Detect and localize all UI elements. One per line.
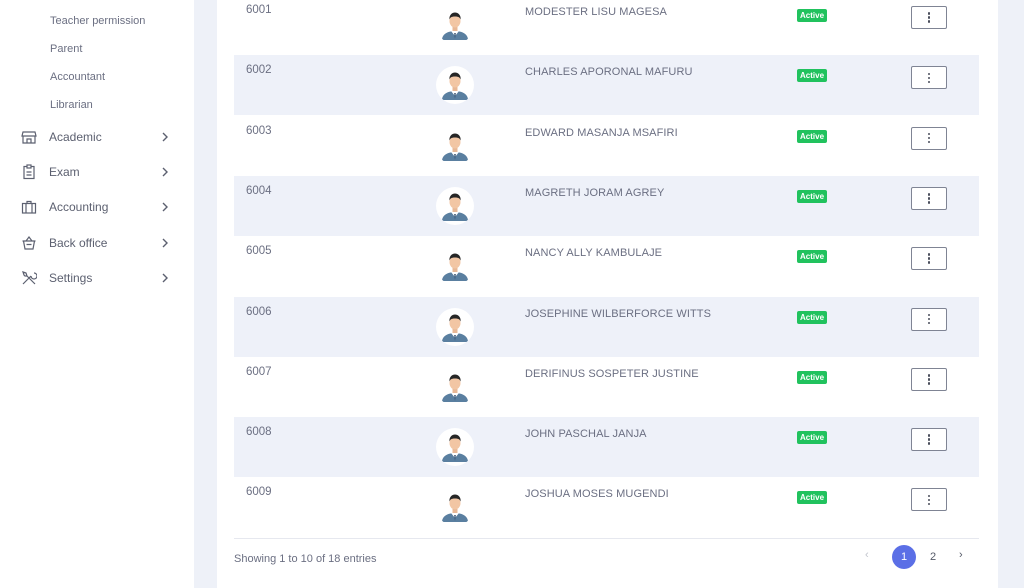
staff-table-card: 6001 MODESTER LISU MAGESA Active 6002 CH… xyxy=(217,0,998,588)
row-actions-button[interactable] xyxy=(911,66,947,90)
sidebar-item-exam[interactable]: Exam xyxy=(0,160,194,184)
status-badge: Active xyxy=(797,370,828,384)
row-actions-button[interactable] xyxy=(911,126,947,150)
pagination-page-2[interactable]: 2 xyxy=(925,545,941,569)
table-row: 6002 CHARLES APORONAL MAFURU Active xyxy=(234,55,979,116)
chevron-right-icon xyxy=(162,238,168,248)
sidebar-item-academic[interactable]: Academic xyxy=(0,125,194,149)
table-row: 6009 JOSHUA MOSES MUGENDI Active xyxy=(234,477,979,537)
row-actions-button[interactable] xyxy=(911,186,947,210)
staff-id: 6002 xyxy=(246,64,272,77)
clipboard-icon xyxy=(23,164,35,180)
more-vertical-icon xyxy=(927,132,931,144)
more-vertical-icon xyxy=(927,72,931,84)
pagination-next-button[interactable]: › xyxy=(959,549,963,561)
table-row: 6005 NANCY ALLY KAMBULAJE Active xyxy=(234,236,979,296)
sidebar-item-accounting[interactable]: Accounting xyxy=(0,195,194,219)
avatar-icon xyxy=(436,66,474,105)
avatar-icon xyxy=(436,307,474,346)
table-row: 6008 JOHN PASCHAL JANJA Active xyxy=(234,417,979,478)
table-row: 6001 MODESTER LISU MAGESA Active xyxy=(234,0,979,55)
sidebar-subitem-teacher-permission[interactable]: Teacher permission xyxy=(50,15,145,27)
pagination-prev-button[interactable]: ‹ xyxy=(865,549,869,561)
staff-name: JOSHUA MOSES MUGENDI xyxy=(525,488,669,501)
staff-name: JOSEPHINE WILBERFORCE WITTS xyxy=(525,307,712,320)
status-badge: Active xyxy=(797,431,828,445)
more-vertical-icon xyxy=(927,12,931,23)
sidebar-subitem-accountant[interactable]: Accountant xyxy=(50,71,105,83)
chevron-right-icon xyxy=(162,273,168,283)
staff-name: MODESTER LISU MAGESA xyxy=(525,6,667,18)
row-actions-button[interactable] xyxy=(911,247,947,271)
status-badge: Active xyxy=(797,69,828,83)
staff-name: EDWARD MASANJA MSAFIRI xyxy=(525,126,678,139)
more-vertical-icon xyxy=(927,193,931,204)
avatar-icon xyxy=(442,133,468,161)
staff-id: 6008 xyxy=(246,426,272,439)
table-footer-divider xyxy=(234,538,979,539)
chevron-right-icon xyxy=(162,167,168,177)
status-badge: Active xyxy=(797,310,828,324)
more-vertical-icon xyxy=(927,313,931,325)
tools-icon xyxy=(22,271,37,285)
staff-id: 6005 xyxy=(246,245,272,258)
staff-id: 6009 xyxy=(246,486,272,499)
more-vertical-icon xyxy=(927,374,931,385)
status-badge: Active xyxy=(797,189,828,203)
sidebar: Teacher permission Parent Accountant Lib… xyxy=(0,0,194,588)
store-icon xyxy=(21,131,37,144)
staff-name: MAGRETH JORAM AGREY xyxy=(525,186,665,199)
more-vertical-icon xyxy=(927,434,931,445)
status-badge: Active xyxy=(797,9,828,22)
chevron-right-icon xyxy=(162,132,168,142)
pagination-page-1[interactable]: 1 xyxy=(892,545,916,569)
row-actions-button[interactable] xyxy=(911,6,947,29)
staff-name: DERIFINUS SOSPETER JUSTINE xyxy=(525,367,699,380)
row-actions-button[interactable] xyxy=(911,367,947,391)
staff-name: JOHN PASCHAL JANJA xyxy=(525,428,647,441)
briefcase-icon xyxy=(21,200,37,214)
avatar-icon xyxy=(442,253,468,282)
avatar-icon xyxy=(442,374,468,402)
staff-id: 6006 xyxy=(246,305,272,318)
status-badge: Active xyxy=(797,250,828,264)
staff-id: 6003 xyxy=(246,124,272,137)
basket-icon xyxy=(22,236,36,250)
table-row: 6006 JOSEPHINE WILBERFORCE WITTS Active xyxy=(234,296,979,357)
sidebar-item-label: Exam xyxy=(49,165,80,179)
avatar-icon xyxy=(436,186,474,225)
more-vertical-icon xyxy=(927,494,931,506)
staff-name: NANCY ALLY KAMBULAJE xyxy=(525,247,663,260)
avatar-icon xyxy=(442,494,468,523)
sidebar-item-label: Settings xyxy=(49,271,93,285)
status-badge: Active xyxy=(797,129,828,143)
avatar-icon xyxy=(436,428,474,467)
staff-name: CHARLES APORONAL MAFURU xyxy=(525,66,693,79)
row-actions-button[interactable] xyxy=(911,307,947,331)
sidebar-item-settings[interactable]: Settings xyxy=(0,266,194,290)
table-row: 6007 DERIFINUS SOSPETER JUSTINE Active xyxy=(234,357,979,417)
sidebar-item-label: Academic xyxy=(49,130,102,144)
row-actions-button[interactable] xyxy=(911,428,947,452)
table-row: 6003 EDWARD MASANJA MSAFIRI Active xyxy=(234,116,979,176)
chevron-right-icon xyxy=(162,202,168,212)
sidebar-item-label: Back office xyxy=(49,236,108,250)
sidebar-subitem-librarian[interactable]: Librarian xyxy=(50,99,93,111)
staff-id: 6001 xyxy=(246,4,272,16)
sidebar-item-back-office[interactable]: Back office xyxy=(0,231,194,255)
staff-id: 6007 xyxy=(246,365,272,378)
sidebar-subitem-parent[interactable]: Parent xyxy=(50,43,82,55)
avatar-icon xyxy=(442,12,468,40)
staff-id: 6004 xyxy=(246,184,272,197)
status-badge: Active xyxy=(797,491,828,505)
more-vertical-icon xyxy=(927,253,931,264)
table-entries-info: Showing 1 to 10 of 18 entries xyxy=(234,553,377,565)
sidebar-item-label: Accounting xyxy=(49,200,109,214)
row-actions-button[interactable] xyxy=(911,488,947,512)
table-row: 6004 MAGRETH JORAM AGREY Active xyxy=(234,175,979,236)
